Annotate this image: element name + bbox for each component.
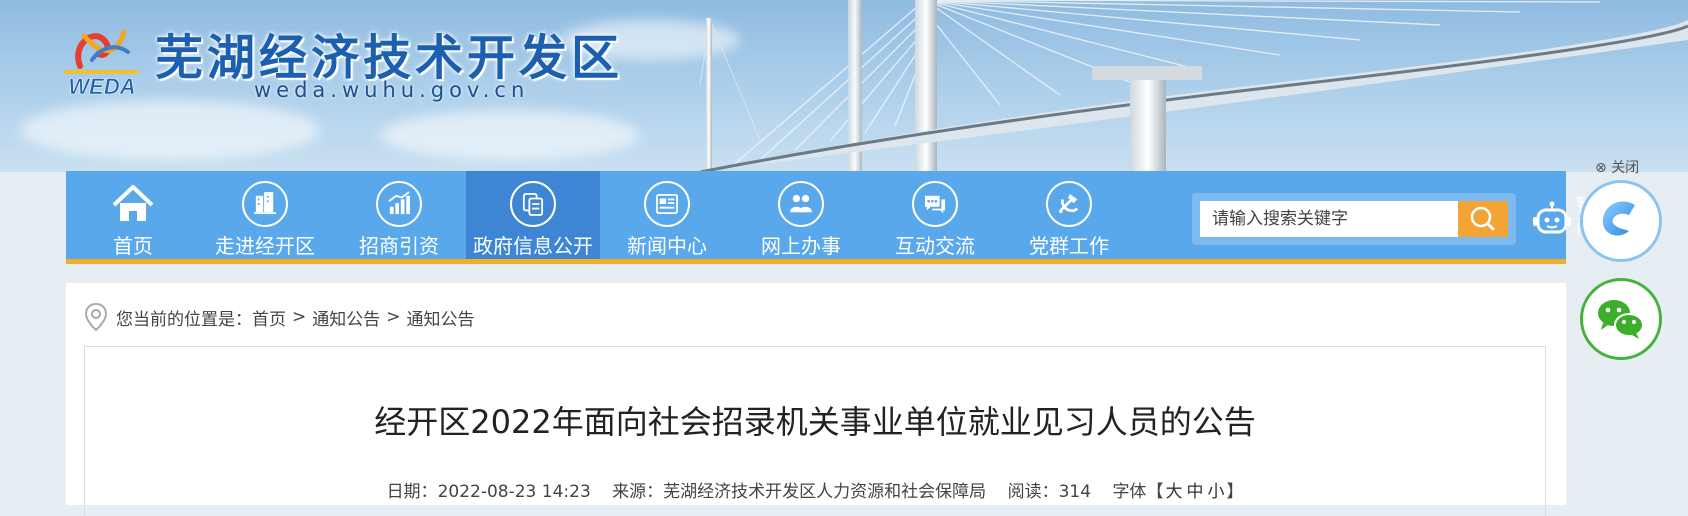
search-box <box>1192 193 1516 245</box>
cloud-decoration <box>20 100 320 160</box>
nav-item-label: 互动交流 <box>895 234 975 258</box>
article: 经开区2022年面向社会招录机关事业单位就业见习人员的公告 日期：2022-08… <box>84 346 1546 516</box>
bar-chart-icon <box>376 181 422 227</box>
breadcrumb-notices[interactable]: 通知公告 <box>312 305 380 330</box>
weibo-icon <box>1602 201 1635 236</box>
nav-item-home[interactable]: 首页 <box>66 171 200 259</box>
breadcrumb-separator: > <box>386 307 401 327</box>
search-icon <box>1470 206 1495 231</box>
nav-item-label: 走进经开区 <box>215 234 315 258</box>
cloud-decoration <box>380 110 640 160</box>
people-icon <box>778 181 824 227</box>
article-date: 日期：2022-08-23 14:23 <box>387 482 591 502</box>
home-icon <box>112 185 154 221</box>
source-value: 芜湖经济技术开发区人力资源和社会保障局 <box>663 482 987 502</box>
nav-item-label: 招商引资 <box>359 234 439 258</box>
font-small-button[interactable]: 小 <box>1207 482 1224 502</box>
breadcrumb-prefix: 您当前的位置是： <box>116 309 252 330</box>
search-button[interactable] <box>1458 201 1508 237</box>
nav-item-about[interactable]: 走进经开区 <box>198 171 332 259</box>
weibo-button[interactable] <box>1580 180 1662 262</box>
date-label: 日期： <box>386 482 438 502</box>
font-bracket-close: 】 <box>1226 482 1244 502</box>
bridge-illustration <box>700 0 1688 172</box>
nav-item-interaction[interactable]: 互动交流 <box>868 171 1002 259</box>
article-title: 经开区2022年面向社会招录机关事业单位就业见习人员的公告 <box>374 403 1256 441</box>
reads-value: 314 <box>1058 482 1092 502</box>
breadcrumb-home[interactable]: 首页 <box>252 305 286 330</box>
buildings-icon <box>242 181 288 227</box>
header-banner: WEDA 芜湖经济技术开发区 weda.wuhu.gov.cn <box>0 0 1688 172</box>
article-meta: 日期：2022-08-23 14:23 来源：芜湖经济技术开发区人力资源和社会保… <box>85 477 1545 502</box>
source-label: 来源： <box>612 482 664 502</box>
nav-item-label: 新闻中心 <box>627 234 707 258</box>
wechat-icon <box>1598 300 1644 339</box>
nav-item-label: 网上办事 <box>761 234 841 258</box>
site-url: weda.wuhu.gov.cn <box>254 78 530 102</box>
nav-item-label: 首页 <box>113 234 153 258</box>
newspaper-icon <box>644 181 690 227</box>
date-value: 2022-08-23 14:23 <box>437 482 591 502</box>
content-panel: 您当前的位置是： 首页 > 通知公告 > 通知公告 经开区2022年面向社会招录… <box>66 283 1566 516</box>
nav-item-online-service[interactable]: 网上办事 <box>734 171 868 259</box>
weda-logo: WEDA <box>64 29 138 98</box>
article-reads: 阅读：314 <box>1008 482 1091 502</box>
breadcrumb: 您当前的位置是： 首页 > 通知公告 > 通知公告 <box>84 302 475 332</box>
logo-text: WEDA <box>68 74 135 98</box>
breadcrumb-notices-current[interactable]: 通知公告 <box>407 305 475 330</box>
close-icon: ⊗ <box>1595 160 1607 176</box>
nav-item-label: 党群工作 <box>1029 234 1109 258</box>
nav-item-news[interactable]: 新闻中心 <box>600 171 734 259</box>
font-size-label: 字体 <box>1112 482 1147 502</box>
wechat-button[interactable] <box>1580 278 1662 360</box>
reads-label: 阅读： <box>1007 482 1059 502</box>
font-bracket-open: 【 <box>1146 482 1164 502</box>
breadcrumb-separator: > <box>292 307 307 327</box>
nav-item-party[interactable]: 党群工作 <box>1002 171 1136 259</box>
font-size-control: 字体【大中小】 <box>1112 482 1243 502</box>
font-medium-button[interactable]: 中 <box>1186 482 1203 502</box>
party-emblem-icon <box>1046 181 1092 227</box>
nav-item-investment[interactable]: 招商引资 <box>332 171 466 259</box>
chat-icon <box>912 181 958 227</box>
font-large-button[interactable]: 大 <box>1165 482 1182 502</box>
nav-item-gov-info[interactable]: 政府信息公开 <box>466 171 600 259</box>
article-source: 来源：芜湖经济技术开发区人力资源和社会保障局 <box>612 482 986 502</box>
close-float-button[interactable]: ⊗ 关闭 <box>1595 157 1639 177</box>
robot-icon[interactable] <box>1532 201 1572 239</box>
main-nav: 首页 走进经开区 招商引资 政府信息公开 新闻中心 网上办事 互动交流 党群工作… <box>66 171 1614 264</box>
documents-icon <box>510 181 556 227</box>
close-label: 关闭 <box>1611 160 1640 176</box>
location-pin-icon <box>84 302 108 332</box>
nav-item-label: 政府信息公开 <box>473 234 593 258</box>
search-input[interactable] <box>1200 201 1458 237</box>
